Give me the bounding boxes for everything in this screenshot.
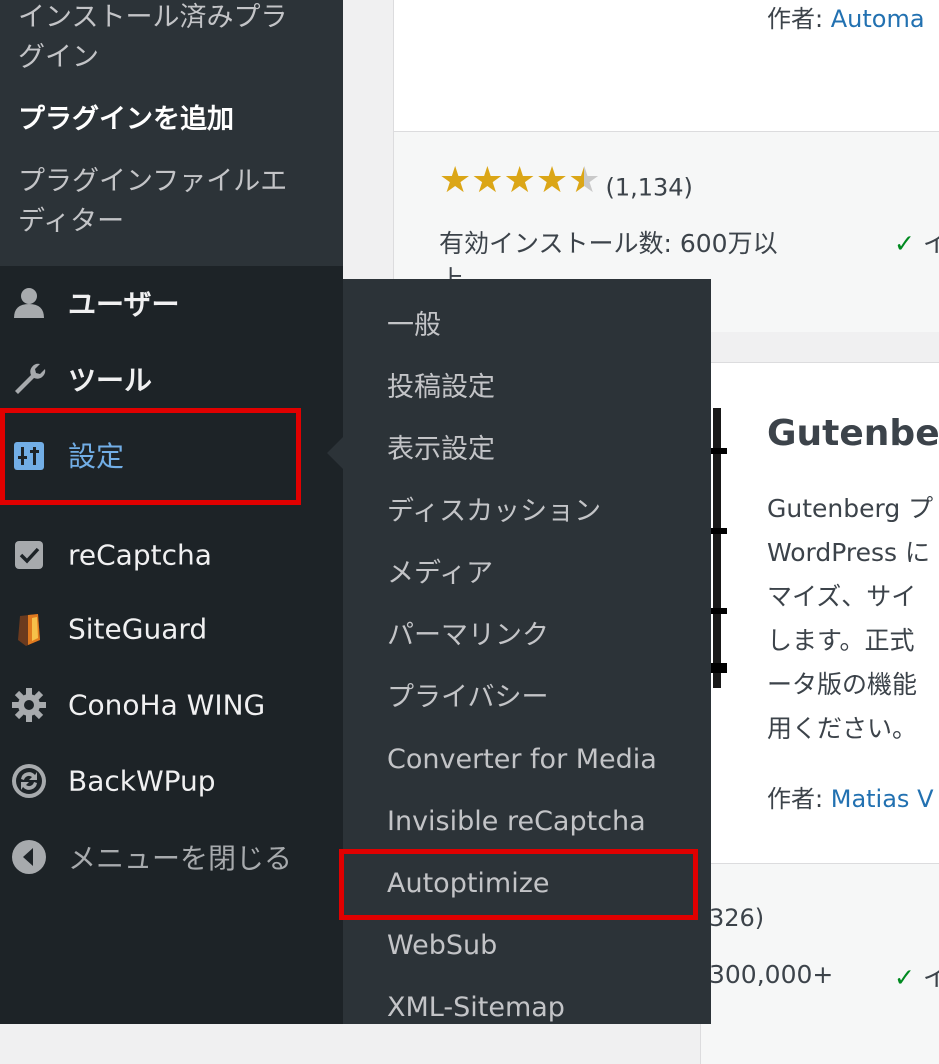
flyout-item-autoptimize[interactable]: Autoptimize xyxy=(387,864,550,904)
submenu-label: グイン xyxy=(18,42,99,73)
menu-users[interactable]: ユーザー xyxy=(0,268,343,338)
plugin-desc-line: します。正式 xyxy=(767,626,915,655)
flyout-item-xml-sitemap[interactable]: XML-Sitemap xyxy=(387,988,565,1028)
plugin-desc-line: 用ください。 xyxy=(767,714,918,743)
backup-icon xyxy=(10,762,48,800)
plugin-desc-line: マイズ、サイ xyxy=(767,582,917,611)
menu-label: ツール xyxy=(68,364,153,397)
menu-siteguard[interactable]: SiteGuard xyxy=(0,594,343,664)
menu-settings[interactable]: 設定 xyxy=(0,420,343,490)
menu-label: BackWPup xyxy=(68,764,216,798)
menu-recaptcha[interactable]: reCaptcha xyxy=(0,520,343,590)
plugins-submenu: インストール済みプラ グイン プラグインを追加 プラグインファイルエ ディター xyxy=(0,0,343,266)
flyout-item-invisible-recaptcha[interactable]: Invisible reCaptcha xyxy=(387,802,646,842)
flyout-item-websub[interactable]: WebSub xyxy=(387,926,497,966)
star-full-icon: ★★★★ xyxy=(439,160,569,201)
collapse-icon xyxy=(10,838,48,876)
author-label: 作者: xyxy=(767,785,824,813)
active-installs: 有効インストール数: 600万以 xyxy=(439,229,778,258)
plugin-card-footer: 326) 300,000+ ✓ イ xyxy=(701,863,939,1064)
star-half-icon: ★ xyxy=(568,160,601,201)
compat-text: イ xyxy=(922,963,939,992)
flyout-item-reading[interactable]: 表示設定 xyxy=(387,430,495,470)
check-icon: ✓ xyxy=(894,229,915,258)
author-label: 作者: xyxy=(767,5,824,33)
flyout-item-general[interactable]: 一般 xyxy=(387,306,441,346)
submenu-installed-plugins[interactable]: インストール済みプラ グイン xyxy=(18,0,318,78)
menu-conoha-wing[interactable]: ConoHa WING xyxy=(0,670,343,740)
menu-label: ConoHa WING xyxy=(68,688,266,722)
menu-tools[interactable]: ツール xyxy=(0,344,343,414)
star-rating: ★★★★★ (1,134) xyxy=(439,160,693,202)
plugin-desc-line: WordPress に xyxy=(767,538,931,567)
gear-icon xyxy=(10,686,48,724)
users-icon xyxy=(10,284,48,322)
flyout-item-discussion[interactable]: ディスカッション xyxy=(387,492,601,532)
active-installs: 300,000+ xyxy=(709,960,834,989)
compat-text: イ xyxy=(922,229,939,258)
flyout-item-privacy[interactable]: プライバシー xyxy=(387,678,548,718)
author-link[interactable]: Automa xyxy=(831,5,925,33)
menu-label: SiteGuard xyxy=(68,612,208,646)
menu-backwpup[interactable]: BackWPup xyxy=(0,746,343,816)
rating-count: 326) xyxy=(709,904,765,932)
compat-status: ✓ イ xyxy=(894,958,939,994)
plugin-author: 作者: Automa xyxy=(767,0,925,34)
plugin-name-link[interactable]: Gutenberg xyxy=(767,413,939,454)
check-icon: ✓ xyxy=(894,963,915,992)
plugin-desc-line: Gutenberg プ xyxy=(767,494,934,523)
submenu-label: プラグインファイルエ xyxy=(18,166,288,197)
submenu-plugin-file-editor[interactable]: プラグインファイルエ ディター xyxy=(18,162,318,242)
admin-sidebar: インストール済みプラ グイン プラグインを追加 プラグインファイルエ ディター … xyxy=(0,0,343,1024)
menu-label: 設定 xyxy=(68,440,125,473)
flyout-item-converter-for-media[interactable]: Converter for Media xyxy=(387,740,657,780)
flyout-item-writing[interactable]: 投稿設定 xyxy=(387,368,495,408)
flyout-item-media[interactable]: メディア xyxy=(387,554,493,594)
rating-count: (1,134) xyxy=(605,173,693,202)
wrench-icon xyxy=(10,360,48,398)
menu-collapse[interactable]: メニューを閉じる xyxy=(0,822,343,892)
settings-flyout-menu: 一般 投稿設定 表示設定 ディスカッション メディア パーマリンク プライバシー… xyxy=(343,279,711,1024)
plugin-author: 作者: Matias V xyxy=(767,779,933,814)
flyout-item-permalink[interactable]: パーマリンク xyxy=(387,616,549,656)
plugin-card-gutenberg: Gutenberg Gutenberg プ WordPress に マイズ、サイ… xyxy=(700,362,939,1064)
plugin-desc-line: ータ版の機能 xyxy=(767,670,918,699)
flyout-arrow xyxy=(327,437,343,469)
submenu-label: インストール済みプラ xyxy=(18,2,288,33)
shield-icon xyxy=(10,610,48,648)
menu-label: メニューを閉じる xyxy=(68,842,293,875)
checkbox-icon xyxy=(10,536,48,574)
settings-icon xyxy=(10,436,48,474)
menu-label: ユーザー xyxy=(68,288,180,321)
submenu-label: ディター xyxy=(18,206,125,237)
submenu-add-plugin[interactable]: プラグインを追加 xyxy=(18,100,318,140)
compat-status: ✓ イ xyxy=(894,224,939,260)
author-link[interactable]: Matias V xyxy=(831,785,934,813)
menu-label: reCaptcha xyxy=(68,538,212,572)
